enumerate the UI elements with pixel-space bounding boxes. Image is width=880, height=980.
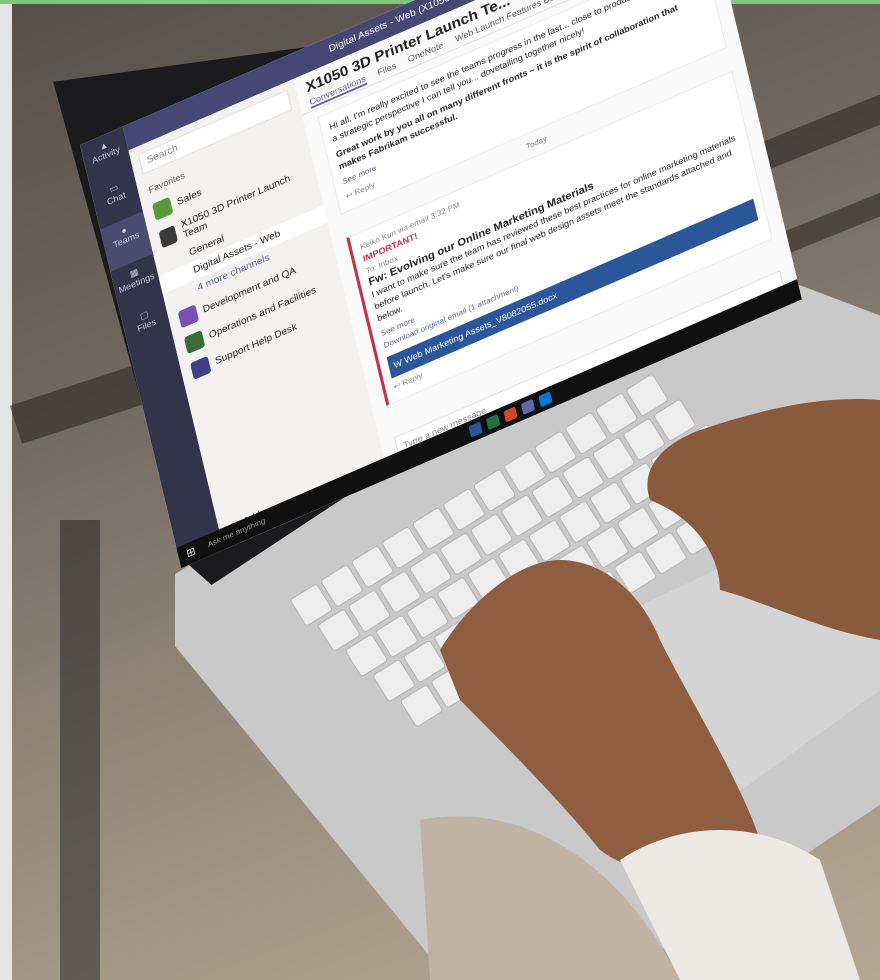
team-dev-qa-icon: [177, 304, 200, 329]
windows-start-icon[interactable]: ⊞: [185, 544, 197, 560]
team-sales-icon: [151, 196, 174, 221]
excel-taskbar-icon[interactable]: [485, 413, 501, 431]
edge-taskbar-icon[interactable]: [538, 391, 553, 408]
word-taskbar-icon[interactable]: [468, 421, 483, 438]
screen-area: ▲ Activity ▭ Chat ● Teams ▦ Meetings ▢ Files …: [0, 0, 880, 980]
team-x1050-icon: [158, 224, 179, 249]
team-operations-icon: [183, 330, 206, 355]
photo-background: ▲ Activity ▭ Chat ● Teams ▦ Meetings ▢ Files …: [0, 0, 880, 980]
powerpoint-taskbar-icon[interactable]: [503, 406, 518, 423]
teams-taskbar-icon[interactable]: [520, 398, 536, 415]
team-support-icon: [190, 355, 212, 380]
